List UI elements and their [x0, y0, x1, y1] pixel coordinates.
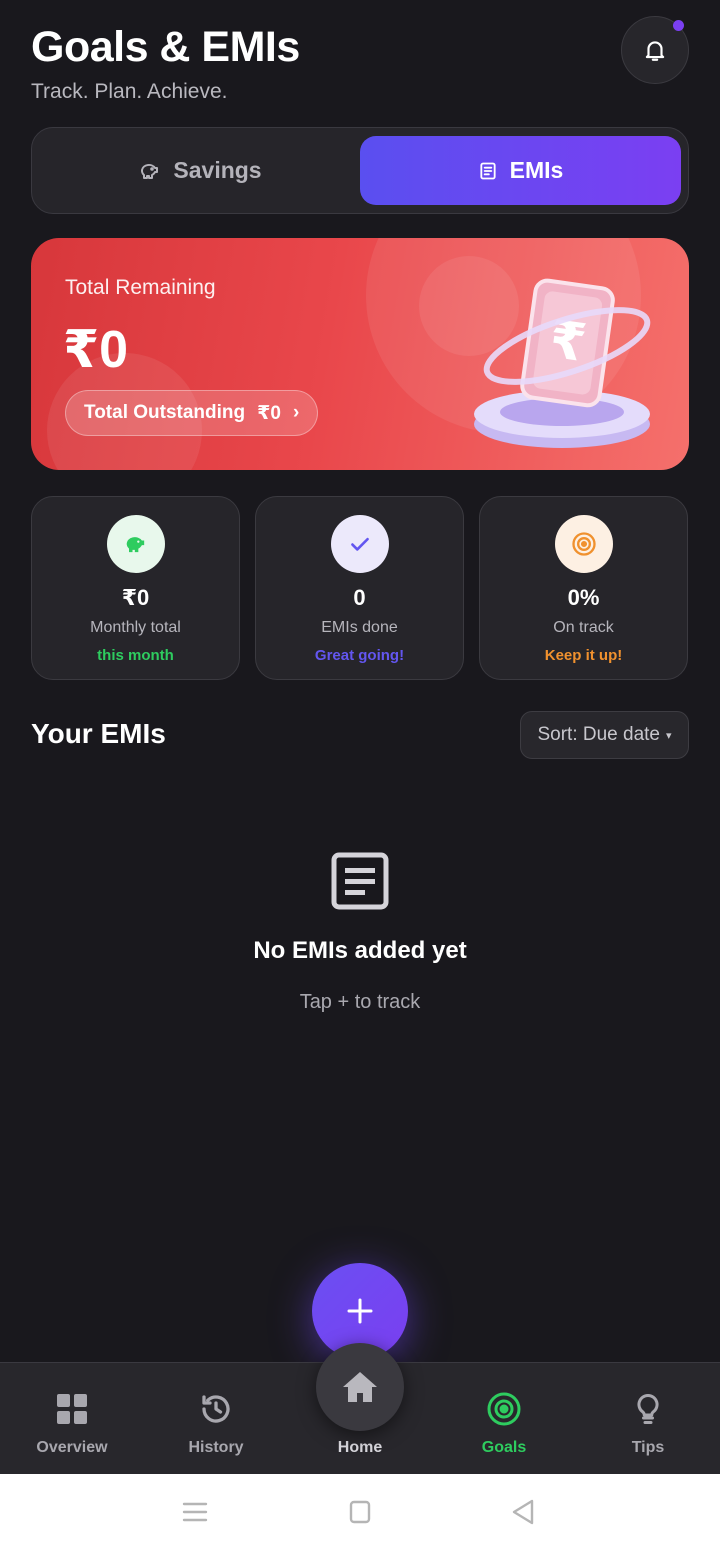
nav-label: Overview — [36, 1439, 108, 1456]
nav-item-overview[interactable]: Overview — [0, 1363, 144, 1475]
nav-label: Goals — [481, 1439, 527, 1456]
notification-dot — [673, 20, 684, 31]
page-title: Goals & EMIs — [31, 23, 300, 71]
tab-savings[interactable]: Savings — [39, 136, 360, 205]
plus-icon — [347, 1298, 373, 1324]
stat-label: On track — [553, 619, 614, 636]
total-outstanding-value: ₹0 — [257, 402, 281, 424]
nav-item-history[interactable]: History — [144, 1363, 288, 1475]
grid-icon — [57, 1394, 87, 1424]
chevron-down-icon: ▾ — [666, 729, 672, 742]
stat-card-emis-done[interactable]: 0 EMIs done Great going! — [255, 496, 464, 680]
nav-item-goals[interactable]: Goals — [432, 1363, 576, 1475]
page-subtitle: Track. Plan. Achieve. — [31, 80, 228, 103]
piggy-bank-icon — [141, 163, 159, 179]
chevron-right-icon: › — [292, 402, 300, 423]
tab-emis-label: EMIs — [509, 157, 564, 183]
menu-icon[interactable] — [180, 1498, 210, 1526]
lightbulb-icon — [637, 1393, 659, 1424]
nav-label: Tips — [631, 1439, 665, 1456]
stat-value: 0 — [353, 585, 366, 610]
piggy-bank-icon — [126, 537, 144, 553]
stat-icon-wrap — [554, 515, 613, 573]
section-title: Your EMIs — [31, 718, 166, 749]
sort-dropdown[interactable]: Sort: Due date ▾ — [520, 711, 689, 759]
stat-note: Great going! — [314, 647, 405, 664]
total-outstanding-label: Total Outstanding — [84, 402, 246, 423]
nav-label: Home — [337, 1439, 383, 1456]
stat-note: this month — [97, 647, 174, 664]
tab-switcher: Savings EMIs — [31, 127, 689, 214]
document-icon — [331, 852, 389, 910]
target-icon — [487, 1392, 521, 1426]
notifications-button[interactable] — [621, 16, 689, 84]
square-home-icon[interactable] — [345, 1498, 375, 1526]
stat-value: 0% — [567, 585, 600, 610]
bell-icon — [645, 41, 665, 61]
stat-card-on-track[interactable]: 0% On track Keep it up! — [479, 496, 688, 680]
target-icon — [571, 532, 596, 556]
total-remaining-label: Total Remaining — [65, 276, 216, 299]
stat-value: ₹0 — [121, 585, 150, 610]
tab-savings-label: Savings — [173, 157, 262, 183]
stat-icon-wrap — [106, 515, 165, 573]
home-icon — [343, 1372, 377, 1402]
home-button[interactable] — [316, 1343, 404, 1431]
total-remaining-amount: ₹0 — [63, 321, 129, 379]
stat-label: EMIs done — [321, 619, 398, 636]
empty-state-subtitle: Tap + to track — [299, 991, 421, 1013]
tab-emis[interactable]: EMIs — [360, 136, 681, 205]
stat-card-monthly-total[interactable]: ₹0 Monthly total this month — [31, 496, 240, 680]
rupee-card-illustration: ₹ — [474, 278, 651, 448]
system-nav-bar — [0, 1474, 720, 1549]
total-remaining-card: Total Remaining ₹0 Total Outstanding ₹0 … — [31, 238, 689, 470]
nav-item-tips[interactable]: Tips — [576, 1363, 720, 1475]
check-icon — [350, 537, 369, 551]
back-triangle-icon[interactable] — [508, 1498, 538, 1526]
empty-state-title: No EMIs added yet — [253, 937, 467, 964]
history-icon — [202, 1395, 230, 1423]
total-outstanding-button[interactable]: Total Outstanding ₹0 › — [65, 390, 319, 436]
header: Goals & EMIs Track. Plan. Achieve. — [31, 16, 689, 112]
sort-label: Sort: Due date — [537, 724, 660, 745]
stat-note: Keep it up! — [544, 647, 623, 664]
nav-label: History — [188, 1439, 244, 1456]
stat-label: Monthly total — [90, 619, 181, 636]
document-list-icon — [480, 162, 496, 179]
stat-icon-wrap — [330, 515, 389, 573]
